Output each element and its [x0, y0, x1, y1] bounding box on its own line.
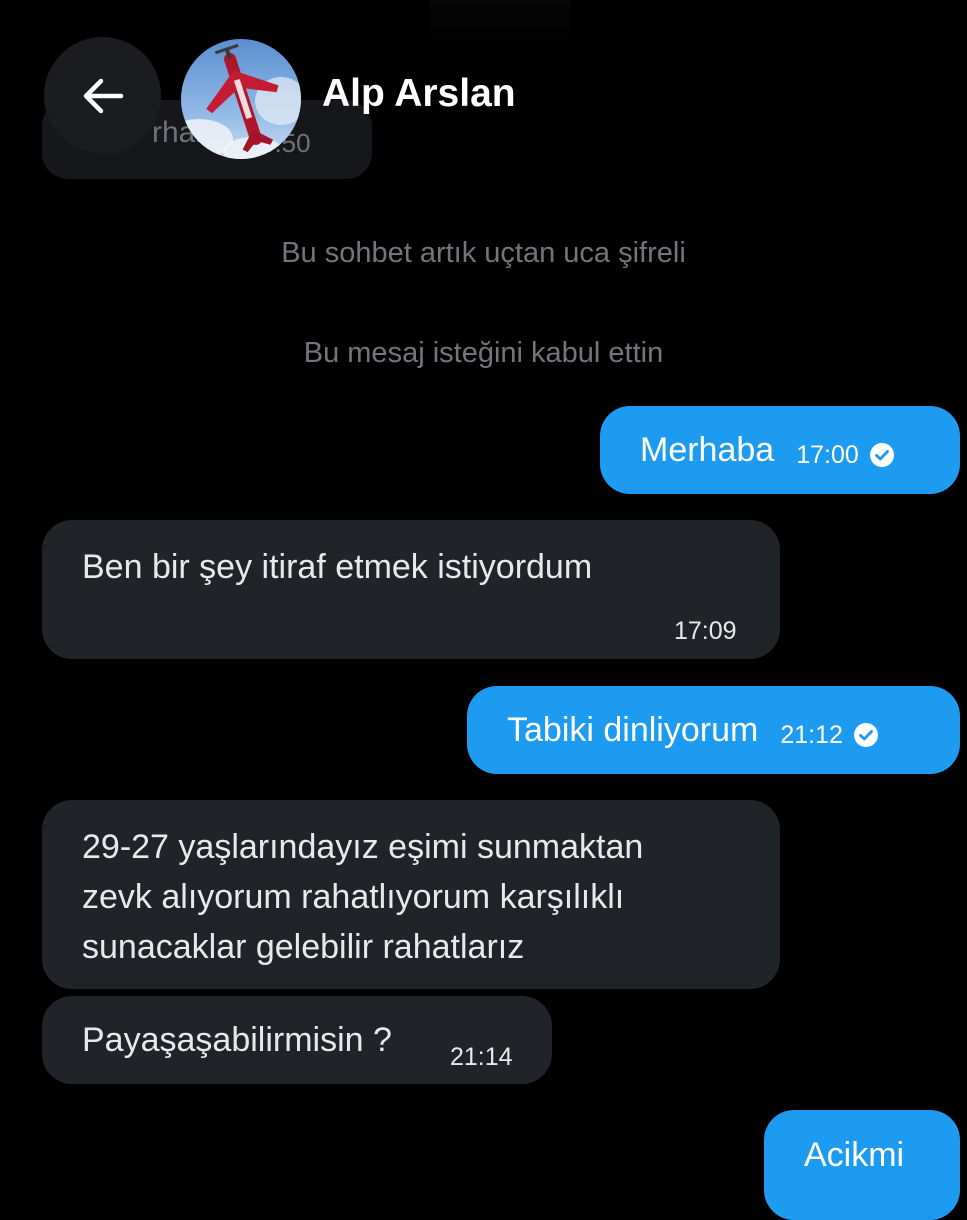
message-line: sunacaklar gelebilir rahatlarız [82, 928, 525, 966]
arrow-left-icon [83, 78, 123, 113]
message-text: Acikmi [804, 1136, 905, 1174]
incoming-message-bubble[interactable]: Ben bir şey itiraf etmek istiyordum 17:0… [42, 520, 780, 659]
top-edge-shade [430, 0, 570, 50]
check-circle-icon [869, 443, 894, 467]
message-time: 21:12 [780, 721, 843, 749]
incoming-message-bubble[interactable]: 29-27 yaşlarındayız eşimi sunmaktan zevk… [42, 800, 780, 989]
incoming-message-bubble[interactable]: Payaşaşabilirmisin ? 21:14 [42, 996, 552, 1084]
outgoing-message-bubble[interactable]: Acikmi [764, 1110, 960, 1220]
message-text: Payaşaşabilirmisin ? [82, 1021, 392, 1059]
message-time: 21:14 [450, 1043, 513, 1071]
outgoing-message-bubble[interactable]: Tabiki dinliyorum 21:12 [467, 686, 960, 774]
message-line: 29-27 yaşlarındayız eşimi sunmaktan [82, 828, 644, 866]
check-circle-icon [853, 723, 878, 747]
encryption-notice: Bu sohbet artık uçtan uca şifreli [281, 237, 686, 269]
message-text: Tabiki dinliyorum [507, 711, 759, 749]
message-text: Merhaba [640, 431, 775, 469]
contact-avatar[interactable] [181, 39, 301, 159]
message-time: 17:00 [796, 441, 859, 469]
back-button[interactable] [44, 37, 161, 154]
contact-name[interactable]: Alp Arslan [322, 72, 516, 116]
request-accepted-notice: Bu mesaj isteğini kabul ettin [303, 337, 664, 369]
message-text: Ben bir şey itiraf etmek istiyordum [82, 548, 593, 586]
outgoing-message-bubble[interactable]: Merhaba 17:00 [600, 406, 960, 494]
message-time: 17:09 [674, 617, 737, 645]
message-line: zevk alıyorum rahatlıyorum karşılıklı [82, 878, 625, 916]
aircraft-photo-avatar [181, 39, 301, 159]
